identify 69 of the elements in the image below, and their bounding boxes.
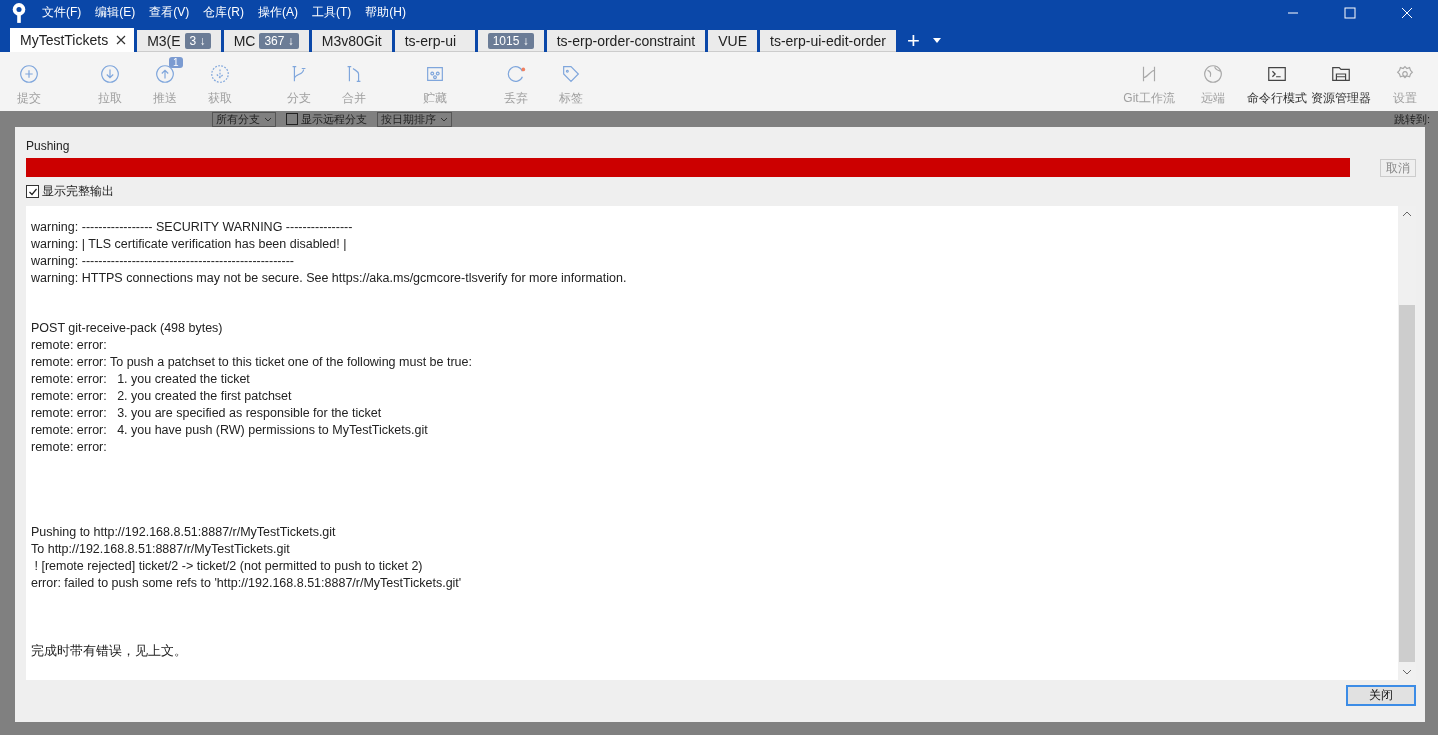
chevron-down-icon <box>264 116 272 122</box>
scrollbar-thumb[interactable] <box>1399 304 1415 662</box>
close-icon[interactable] <box>116 35 127 45</box>
commit-count-badge: 1015 ↓ <box>487 32 534 49</box>
tab-label: VUE <box>718 32 747 49</box>
menu-item[interactable]: 查看(V) <box>149 4 190 21</box>
output-line: remote: error: <box>31 439 108 456</box>
output-line: remote: error: To push a patchset to this ticket one of the following must be true: <box>31 354 473 371</box>
repository-tab[interactable]: VUE <box>708 30 757 52</box>
dropdown-icon[interactable] <box>932 38 941 43</box>
output-line: POST git-receive-pack (498 bytes) <box>31 320 224 337</box>
output-line: ! [remote rejected] ticket/2 -> ticket/2 (not permitted to push to ticket 2) <box>33 558 424 575</box>
tab-label: ts-erp-ui-edit-order <box>770 32 886 49</box>
menu-item[interactable]: 操作(A) <box>258 4 298 21</box>
repository-tab[interactable]: MC 367 ↓ <box>223 30 309 52</box>
scroll-down-icon[interactable] <box>1402 669 1412 675</box>
repository-tab[interactable]: 1015 ↓ <box>477 30 544 52</box>
remote-icon <box>1202 62 1224 85</box>
output-line: remote: error: 4. you have push (RW) permissions to MyTestTickets.git <box>31 422 429 439</box>
output-line: 完成时带有错误，见上文。 <box>31 643 188 660</box>
repository-tab[interactable]: MyTestTickets <box>10 28 135 52</box>
jump-to-label: 跳转到: <box>1393 111 1430 127</box>
repository-tab[interactable]: M3v80Git <box>311 30 392 52</box>
output-line: error: failed to push some refs to 'http://192.168.8.51:8887/r/MyTestTickets.git' <box>31 575 463 592</box>
commit-count-badge: 367 ↓ <box>259 32 299 49</box>
tab-label: M3v80Git <box>321 32 382 49</box>
menu-item[interactable]: 帮助(H) <box>365 4 406 21</box>
checkbox[interactable] <box>286 113 298 125</box>
output-line: warning: ----------------- SECURITY WARNING ---------------- <box>31 219 354 236</box>
pull-icon <box>99 62 121 85</box>
repository-tab[interactable]: M3(E 3 ↓ <box>137 30 221 52</box>
scroll-up-icon[interactable] <box>1402 211 1412 217</box>
tab-label: ts-erp-order-constraint <box>556 32 696 49</box>
output-line: remote: error: 3. you are specified as responsible for the ticket <box>31 405 383 422</box>
output-line: remote: error: <box>31 337 108 354</box>
checkbox-label: 显示完整输出 <box>42 183 114 200</box>
fetch-icon <box>209 62 231 85</box>
repository-tab[interactable]: ts-erp-ui <box>394 30 475 52</box>
toolbar-button[interactable]: 资源管理器 <box>1310 56 1372 107</box>
checkbox-label: 显示远程分支 <box>301 111 367 127</box>
new-tab-button[interactable]: + <box>906 30 920 52</box>
menu-item[interactable]: 编辑(E) <box>95 4 136 21</box>
branch-filter-dropdown[interactable]: 所有分支 <box>212 111 276 127</box>
output-line: warning: HTTPS connections may not be secure. See https://aka.ms/gcmcore-tlsverify for more information. <box>31 270 628 287</box>
commit-count-badge: 3 ↓ <box>184 32 211 49</box>
menu-item[interactable]: 文件(F) <box>42 4 82 21</box>
menu-item[interactable]: 工具(T) <box>312 4 352 21</box>
chevron-down-icon <box>440 116 448 122</box>
dialog-title: Pushing <box>26 139 71 153</box>
sort-dropdown[interactable]: 按日期排序 <box>377 111 452 127</box>
toolbar-button[interactable]: 命令行模式 <box>1246 56 1308 107</box>
close-button[interactable]: 关闭 <box>1346 685 1416 706</box>
tab-label: MC <box>233 32 256 49</box>
output-line: warning: --------------------------------------------------- <box>31 253 295 270</box>
maximize-icon[interactable] <box>1344 6 1356 19</box>
tab-label: ts-erp-ui <box>404 32 457 49</box>
menu-item[interactable]: 仓库(R) <box>203 4 244 21</box>
output-line: Pushing to http://192.168.8.51:8887/r/MyTestTickets.git <box>31 524 337 541</box>
repository-tab[interactable]: ts-erp-order-constraint <box>546 30 706 52</box>
output-line: warning: | TLS certificate verification has been disabled! | <box>31 236 348 253</box>
count-badge: 1 <box>169 56 183 68</box>
output-line: To http://192.168.8.51:8887/r/MyTestTickets.git <box>31 541 291 558</box>
tab-label: MyTestTickets <box>20 32 109 48</box>
output-line: remote: error: 2. you created the first patchset <box>31 388 293 405</box>
checkbox[interactable] <box>26 185 39 198</box>
repository-tab[interactable]: ts-erp-ui-edit-order <box>760 30 896 52</box>
tab-label: M3(E <box>147 32 181 49</box>
output-line: remote: error: 1. you created the ticket <box>31 371 251 388</box>
commit-icon <box>18 62 40 85</box>
